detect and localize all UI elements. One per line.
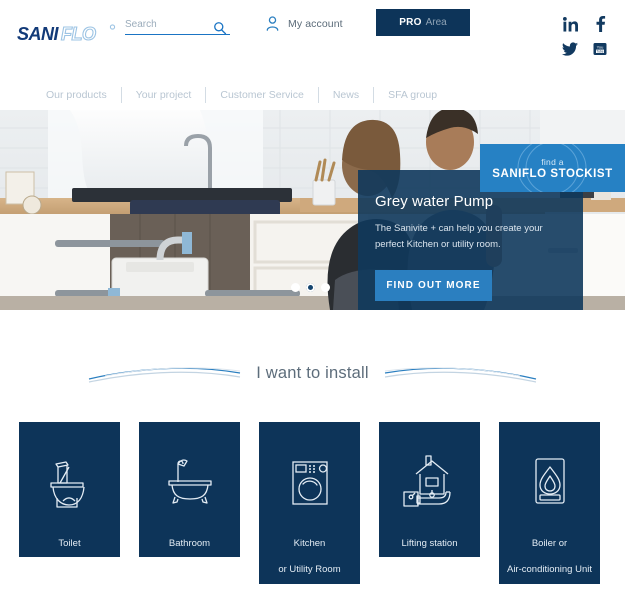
card-lifting-station[interactable]: Lifting station: [379, 422, 480, 557]
hero-title: Grey water Pump: [375, 193, 494, 210]
card-label-line2: Air-conditioning Unit: [506, 564, 592, 575]
my-account-link[interactable]: My account: [266, 16, 343, 31]
wave-decoration-left: [89, 367, 241, 383]
install-category-cards: Toilet Bathroom Kitchen or Utility Room …: [0, 422, 625, 597]
pro-area-button[interactable]: PRO Area: [376, 9, 470, 36]
twitter-icon[interactable]: [559, 39, 581, 59]
carousel-dots: [291, 283, 330, 292]
boiler-flame-icon: [521, 449, 579, 517]
nav-item-customer-service[interactable]: Customer Service: [206, 89, 317, 101]
card-toilet[interactable]: Toilet: [19, 422, 120, 557]
nav-item-our-products[interactable]: Our products: [32, 89, 121, 101]
logo-graphic: SANI FLO: [17, 23, 116, 45]
pro-area-light: Area: [425, 17, 447, 28]
nav-separator: [317, 87, 319, 103]
nav-item-news[interactable]: News: [319, 89, 373, 101]
facebook-icon[interactable]: [589, 14, 611, 34]
card-label-line1: Bathroom: [168, 538, 211, 549]
stockist-line2: SANIFLO STOCKIST: [492, 167, 613, 180]
wave-decoration-right: [384, 367, 536, 383]
card-boiler[interactable]: Boiler or Air-conditioning Unit: [499, 422, 600, 584]
section-title: I want to install: [256, 363, 369, 382]
saniflo-logo[interactable]: SANI FLO: [17, 23, 120, 45]
svg-text:FLO: FLO: [61, 24, 96, 44]
carousel-dot-3[interactable]: [321, 283, 330, 292]
user-icon: [266, 16, 279, 31]
find-out-more-button[interactable]: FIND OUT MORE: [375, 270, 492, 301]
linkedin-icon[interactable]: [559, 14, 581, 34]
svg-text:SANI: SANI: [17, 24, 60, 44]
hero-subtitle: The Sanivite + can help you create your …: [375, 223, 543, 250]
washing-machine-icon: [281, 449, 339, 517]
card-label-line1: Kitchen: [293, 538, 326, 549]
nav-item-your-project[interactable]: Your project: [122, 89, 206, 101]
bathtub-icon: [161, 449, 219, 517]
nav-item-sfa-group[interactable]: SFA group: [374, 89, 451, 101]
stockist-line1: find a: [541, 156, 564, 167]
social-links: You Tube: [559, 14, 609, 59]
carousel-dot-2-active[interactable]: [306, 283, 315, 292]
nav-item-list: Our products Your project Customer Servi…: [32, 70, 451, 120]
main-navigation: Our products Your project Customer Servi…: [0, 70, 625, 192]
carousel-dot-1[interactable]: [291, 283, 300, 292]
card-label-line1: Toilet: [58, 538, 81, 549]
card-label-line2: or Utility Room: [278, 564, 341, 575]
install-section-header: I want to install: [0, 355, 625, 391]
card-label-line1: Lifting station: [401, 538, 458, 549]
search-icon[interactable]: [213, 21, 227, 35]
nav-separator: [205, 87, 207, 103]
nav-separator: [373, 87, 375, 103]
svg-text:Tube: Tube: [596, 49, 603, 53]
card-label-line1: Boiler or: [531, 538, 568, 549]
nav-separator: [120, 87, 122, 103]
my-account-label: My account: [288, 17, 343, 30]
find-stockist-button[interactable]: find a SANIFLO STOCKIST: [480, 144, 625, 192]
house-pump-icon: [399, 449, 461, 517]
card-kitchen[interactable]: Kitchen or Utility Room: [259, 422, 360, 584]
hero-carousel: Grey water Pump The Sanivite + can help …: [0, 110, 625, 310]
page-root: SANI FLO My account PRO Area: [0, 0, 625, 606]
pro-area-bold: PRO: [399, 17, 422, 28]
card-bathroom[interactable]: Bathroom: [139, 422, 240, 557]
toilet-icon: [41, 449, 99, 517]
youtube-icon[interactable]: You Tube: [589, 39, 611, 59]
header-bar: SANI FLO My account PRO Area: [0, 0, 625, 70]
